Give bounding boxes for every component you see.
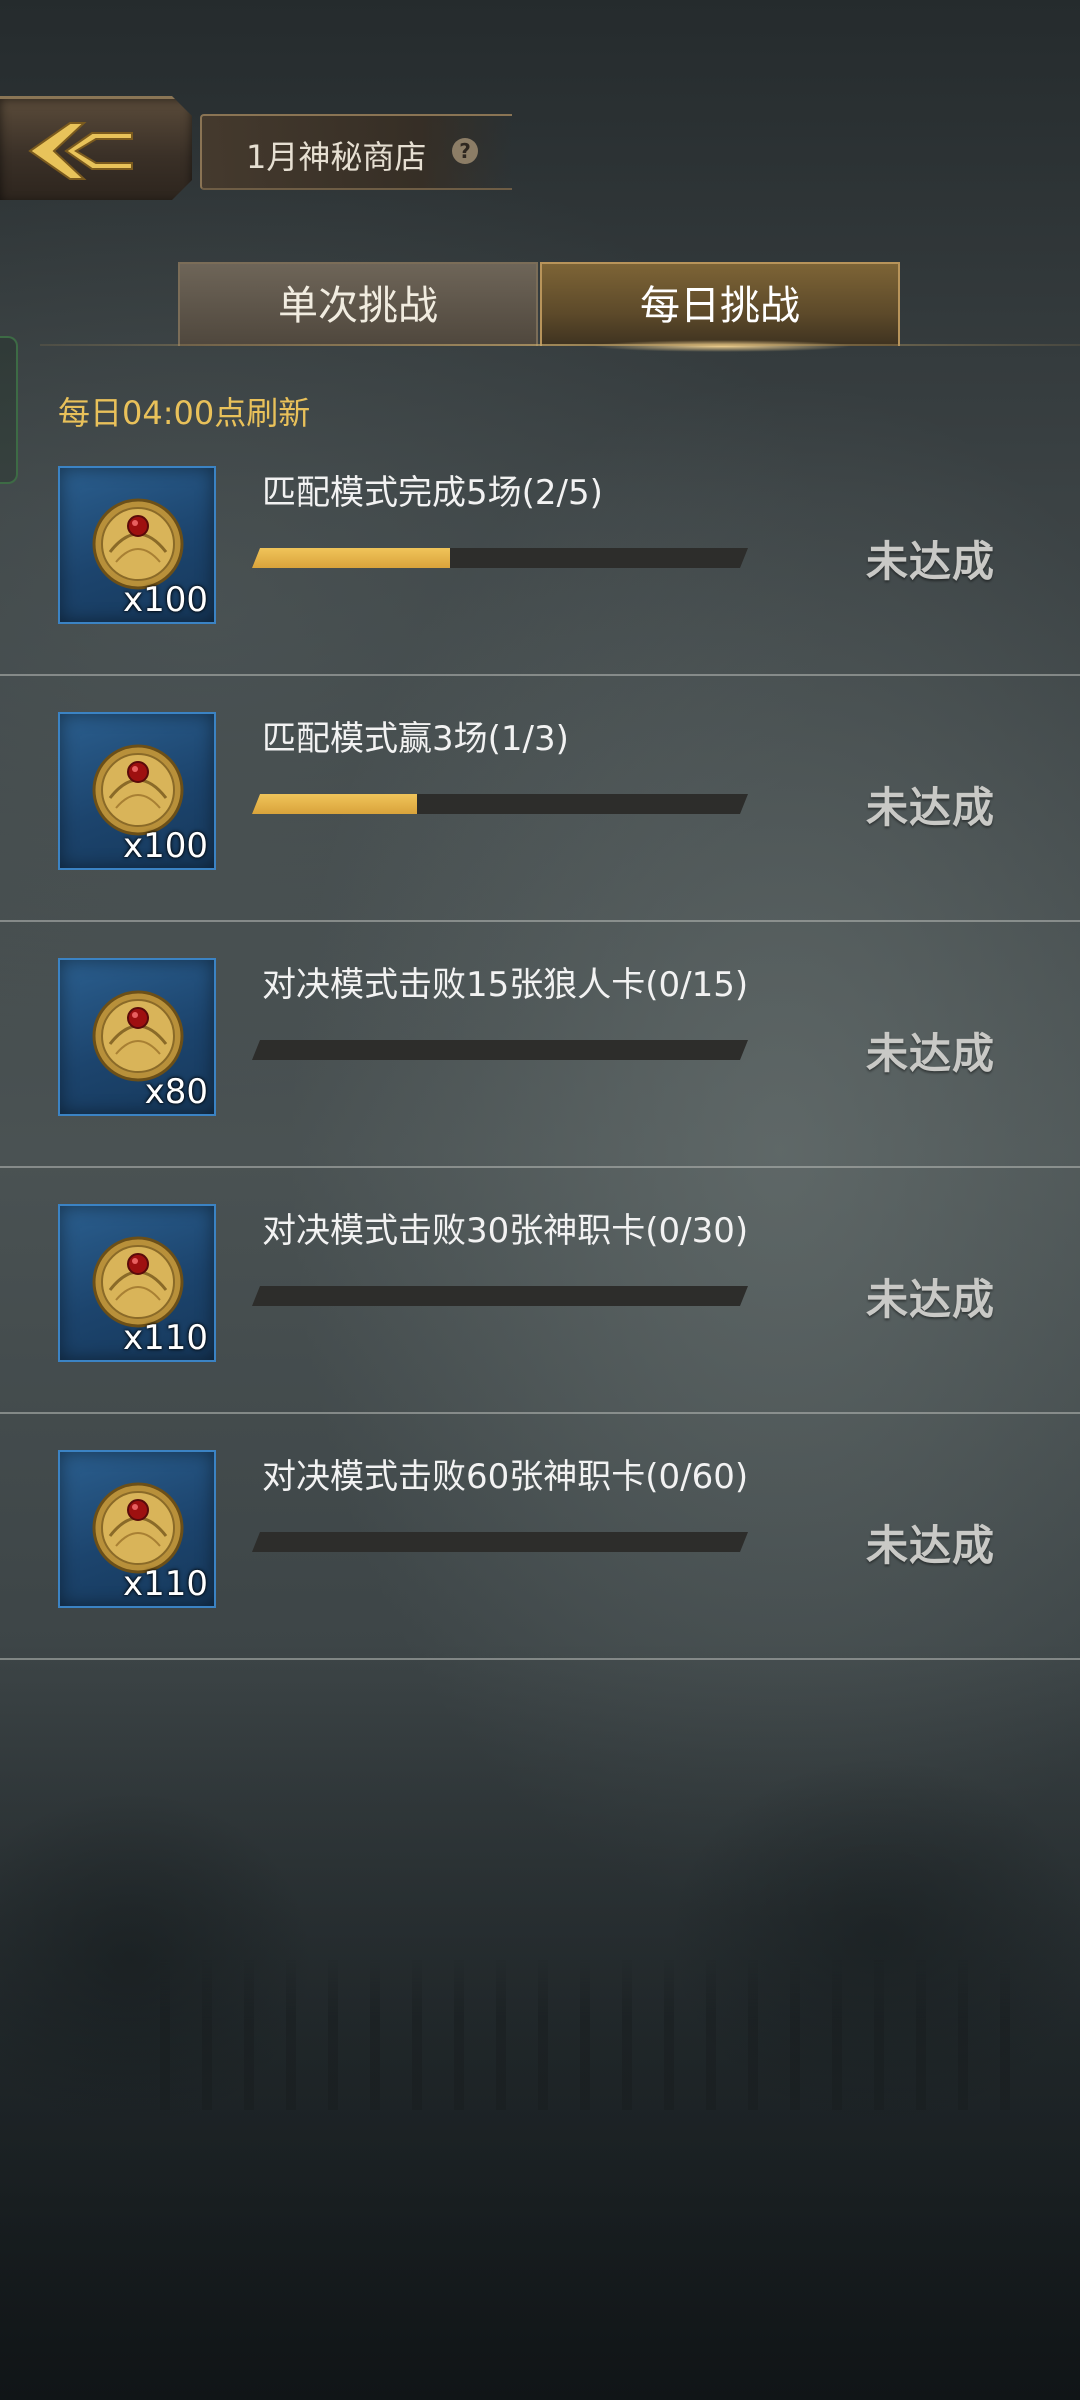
- background-fence: [160, 1960, 1020, 2110]
- coin-icon: [92, 1236, 184, 1328]
- back-button[interactable]: [0, 96, 192, 200]
- reward-item[interactable]: x110: [58, 1450, 216, 1608]
- row-divider: [0, 674, 1080, 676]
- task-row: x110 对决模式击败60张神职卡(0/60) 未达成: [0, 1416, 1080, 1660]
- task-row: x100 匹配模式完成5场(2/5) 未达成: [0, 432, 1080, 676]
- status-label: 未达成: [866, 1029, 996, 1078]
- status-label: 未达成: [866, 537, 996, 586]
- reward-item[interactable]: x100: [58, 712, 216, 870]
- coin-icon: [92, 498, 184, 590]
- reward-item[interactable]: x100: [58, 466, 216, 624]
- reward-count: x80: [144, 1072, 208, 1112]
- row-divider: [0, 1412, 1080, 1414]
- tab-bar: 单次挑战 每日挑战: [178, 262, 900, 352]
- task-row: x100 匹配模式赢3场(1/3) 未达成: [0, 678, 1080, 922]
- tab-selected-glow: [592, 340, 852, 352]
- task-title: 匹配模式完成5场(2/5): [262, 473, 603, 513]
- task-title: 匹配模式赢3场(1/3): [262, 719, 569, 759]
- status-label: 未达成: [866, 1275, 996, 1324]
- progress-bar: [252, 794, 748, 814]
- progress-bar: [252, 548, 748, 568]
- back-arrow-icon: [28, 122, 133, 180]
- task-title: 对决模式击败60张神职卡(0/60): [262, 1457, 749, 1497]
- progress-fill: [252, 794, 417, 814]
- refresh-note: 每日04:00点刷新: [58, 394, 311, 432]
- progress-bar: [252, 1532, 748, 1552]
- progress-fill: [252, 548, 450, 568]
- tab-single-challenge[interactable]: 单次挑战: [178, 262, 538, 346]
- row-divider: [0, 920, 1080, 922]
- row-divider: [0, 1658, 1080, 1660]
- title-plate: 1月神秘商店 ?: [200, 114, 512, 190]
- task-title: 对决模式击败30张神职卡(0/30): [262, 1211, 749, 1251]
- help-icon[interactable]: ?: [452, 138, 478, 164]
- reward-item[interactable]: x110: [58, 1204, 216, 1362]
- progress-bar: [252, 1286, 748, 1306]
- reward-count: x100: [122, 826, 208, 866]
- tab-underline: [40, 344, 1080, 346]
- task-row: x110 对决模式击败30张神职卡(0/30) 未达成: [0, 1170, 1080, 1414]
- reward-count: x110: [122, 1564, 208, 1604]
- reward-item[interactable]: x80: [58, 958, 216, 1116]
- tab-daily-challenge[interactable]: 每日挑战: [540, 262, 900, 352]
- coin-icon: [92, 990, 184, 1082]
- row-divider: [0, 1166, 1080, 1168]
- page-title: 1月神秘商店: [246, 138, 427, 176]
- coin-icon: [92, 1482, 184, 1574]
- status-label: 未达成: [866, 1521, 996, 1570]
- reward-count: x100: [122, 580, 208, 620]
- status-label: 未达成: [866, 783, 996, 832]
- progress-bar: [252, 1040, 748, 1060]
- reward-count: x110: [122, 1318, 208, 1358]
- task-title: 对决模式击败15张狼人卡(0/15): [262, 965, 749, 1005]
- tab-daily-challenge-label: 每日挑战: [640, 283, 800, 329]
- coin-icon: [92, 744, 184, 836]
- task-row: x80 对决模式击败15张狼人卡(0/15) 未达成: [0, 924, 1080, 1168]
